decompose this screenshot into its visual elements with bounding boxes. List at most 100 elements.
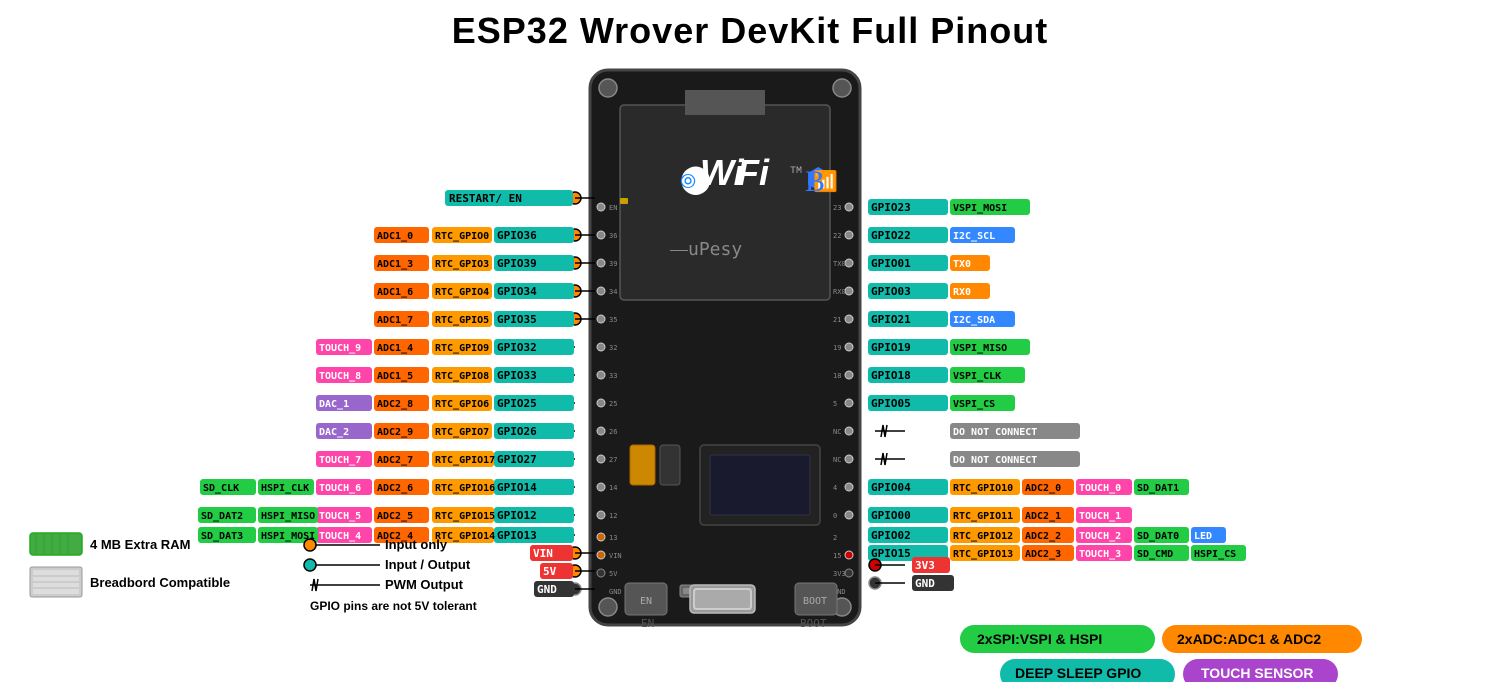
svg-text:36: 36: [609, 232, 617, 240]
svg-text:RTC_GPIO11: RTC_GPIO11: [953, 511, 1013, 522]
page-title: ESP32 Wrover DevKit Full Pinout: [0, 0, 1500, 52]
svg-text:PWM Output: PWM Output: [385, 577, 464, 592]
svg-text:Wi: Wi: [700, 152, 745, 193]
svg-text:14: 14: [609, 484, 617, 492]
svg-text:GPIO39: GPIO39: [497, 257, 537, 270]
svg-text:GND: GND: [915, 577, 935, 590]
svg-text:TOUCH_9: TOUCH_9: [319, 343, 361, 354]
svg-text:GPIO19: GPIO19: [871, 341, 911, 354]
svg-text:VIN: VIN: [533, 547, 553, 560]
svg-text:ADC2_3: ADC2_3: [1025, 549, 1061, 560]
svg-text:RTC_GPIO14: RTC_GPIO14: [435, 531, 495, 542]
svg-text:HSPI_MOSI: HSPI_MOSI: [261, 531, 315, 542]
svg-text:TOUCH SENSOR: TOUCH SENSOR: [1201, 665, 1314, 681]
svg-text:B: B: [805, 165, 825, 198]
svg-text:TOUCH_2: TOUCH_2: [1079, 531, 1121, 542]
svg-text:TOUCH_6: TOUCH_6: [319, 483, 361, 494]
svg-text:21: 21: [833, 316, 841, 324]
svg-text:BOOT: BOOT: [803, 596, 827, 607]
svg-text:DO NOT CONNECT: DO NOT CONNECT: [953, 427, 1037, 438]
svg-text:12: 12: [609, 512, 617, 520]
svg-text:GPIO18: GPIO18: [871, 369, 911, 382]
pinout-diagram: Wi Fi ⬤ ⦾ TM ⬢ 📶 B ⎯⎯uPesy: [0, 55, 1500, 682]
svg-text:DAC_2: DAC_2: [319, 427, 349, 438]
svg-text:ADC2_9: ADC2_9: [377, 427, 413, 438]
svg-text:ADC1_6: ADC1_6: [377, 287, 413, 298]
svg-text:GPIO01: GPIO01: [871, 257, 911, 270]
svg-text:ADC1_5: ADC1_5: [377, 371, 413, 382]
svg-text:ADC1_7: ADC1_7: [377, 315, 413, 326]
svg-text:GPIO23: GPIO23: [871, 201, 911, 214]
svg-text:ADC2_7: ADC2_7: [377, 455, 413, 466]
svg-text:5V: 5V: [543, 565, 557, 578]
svg-text:Input / Output: Input / Output: [385, 557, 471, 572]
svg-text:GND: GND: [537, 583, 557, 596]
svg-text:GPIO27: GPIO27: [497, 453, 537, 466]
svg-text:2xSPI:VSPI & HSPI: 2xSPI:VSPI & HSPI: [977, 631, 1102, 647]
svg-text:0: 0: [833, 512, 837, 520]
svg-text:ADC1_3: ADC1_3: [377, 259, 413, 270]
svg-text:18: 18: [833, 372, 841, 380]
svg-text:13: 13: [609, 534, 617, 542]
svg-text:SD_DAT1: SD_DAT1: [1137, 483, 1179, 494]
svg-text:19: 19: [833, 344, 841, 352]
svg-text:RTC_GPIO4: RTC_GPIO4: [435, 287, 489, 298]
svg-text:NC: NC: [833, 456, 841, 464]
svg-text:RTC_GPIO9: RTC_GPIO9: [435, 343, 489, 354]
svg-text:4 MB Extra RAM: 4 MB Extra RAM: [90, 537, 190, 552]
svg-text:TOUCH_4: TOUCH_4: [319, 531, 361, 542]
svg-text:25: 25: [609, 400, 617, 408]
svg-text:HSPI_MISO: HSPI_MISO: [261, 511, 315, 522]
svg-text:ADC1_0: ADC1_0: [377, 231, 413, 242]
svg-text:DAC_1: DAC_1: [319, 399, 349, 410]
svg-text:TOUCH_5: TOUCH_5: [319, 511, 361, 522]
svg-text:ADC2_1: ADC2_1: [1025, 511, 1061, 522]
svg-text:SD_DAT3: SD_DAT3: [201, 531, 243, 542]
svg-text:RTC_GPIO3: RTC_GPIO3: [435, 259, 489, 270]
svg-text:23: 23: [833, 204, 841, 212]
svg-text:EN: EN: [609, 204, 617, 212]
svg-text:ADC2_6: ADC2_6: [377, 483, 413, 494]
svg-text:Input only: Input only: [385, 537, 448, 552]
svg-text:TM: TM: [790, 166, 802, 177]
svg-text:ADC2_4: ADC2_4: [377, 531, 413, 542]
svg-text:GPIO00: GPIO00: [871, 509, 911, 522]
svg-text:I2C_SDA: I2C_SDA: [953, 315, 995, 326]
svg-text:TOUCH_7: TOUCH_7: [319, 455, 361, 466]
svg-text:📶: 📶: [813, 169, 838, 195]
svg-text:HSPI_CLK: HSPI_CLK: [261, 483, 309, 494]
svg-text:GPIO04: GPIO04: [871, 481, 911, 494]
svg-text:5V: 5V: [609, 570, 618, 578]
svg-text:22: 22: [833, 232, 841, 240]
svg-text:GPIO05: GPIO05: [871, 397, 911, 410]
svg-text:RTC_GPIO13: RTC_GPIO13: [953, 549, 1013, 560]
svg-text:Breadbord Compatible: Breadbord Compatible: [90, 575, 230, 590]
svg-text:DO NOT CONNECT: DO NOT CONNECT: [953, 455, 1037, 466]
svg-text:RX0: RX0: [953, 287, 971, 298]
svg-text:RTC_GPIO10: RTC_GPIO10: [953, 483, 1013, 494]
svg-text:ADC2_5: ADC2_5: [377, 511, 413, 522]
svg-text:34: 34: [609, 288, 617, 296]
svg-text:GPIO15: GPIO15: [871, 547, 911, 560]
svg-text:33: 33: [609, 372, 617, 380]
svg-text:GND: GND: [833, 588, 846, 596]
svg-text:LED: LED: [1194, 531, 1212, 542]
svg-text:GND: GND: [609, 588, 622, 596]
svg-text:VIN: VIN: [609, 552, 622, 560]
svg-text:GPIO pins are not 5V tolerant: GPIO pins are not 5V tolerant: [310, 599, 477, 613]
svg-text:TOUCH_3: TOUCH_3: [1079, 549, 1121, 560]
svg-text:⦾: ⦾: [680, 172, 696, 195]
svg-text:GPIO32: GPIO32: [497, 341, 537, 354]
main-container: Wi Fi ⬤ ⦾ TM ⬢ 📶 B ⎯⎯uPesy: [0, 55, 1500, 682]
svg-text:VSPI_CS: VSPI_CS: [953, 399, 995, 410]
svg-text:HSPI_CS: HSPI_CS: [1194, 549, 1236, 560]
svg-text:RTC_GPIO6: RTC_GPIO6: [435, 399, 489, 410]
svg-text:I2C_SCL: I2C_SCL: [953, 231, 995, 242]
svg-text:SD_DAT2: SD_DAT2: [201, 511, 243, 522]
svg-text:GPIO02: GPIO02: [871, 529, 911, 542]
svg-text:TOUCH_8: TOUCH_8: [319, 371, 361, 382]
svg-text:⬢: ⬢: [806, 166, 830, 197]
svg-text:RESTART/ EN: RESTART/ EN: [449, 192, 522, 205]
svg-text:26: 26: [609, 428, 617, 436]
svg-text:VSPI_MOSI: VSPI_MOSI: [953, 203, 1007, 214]
